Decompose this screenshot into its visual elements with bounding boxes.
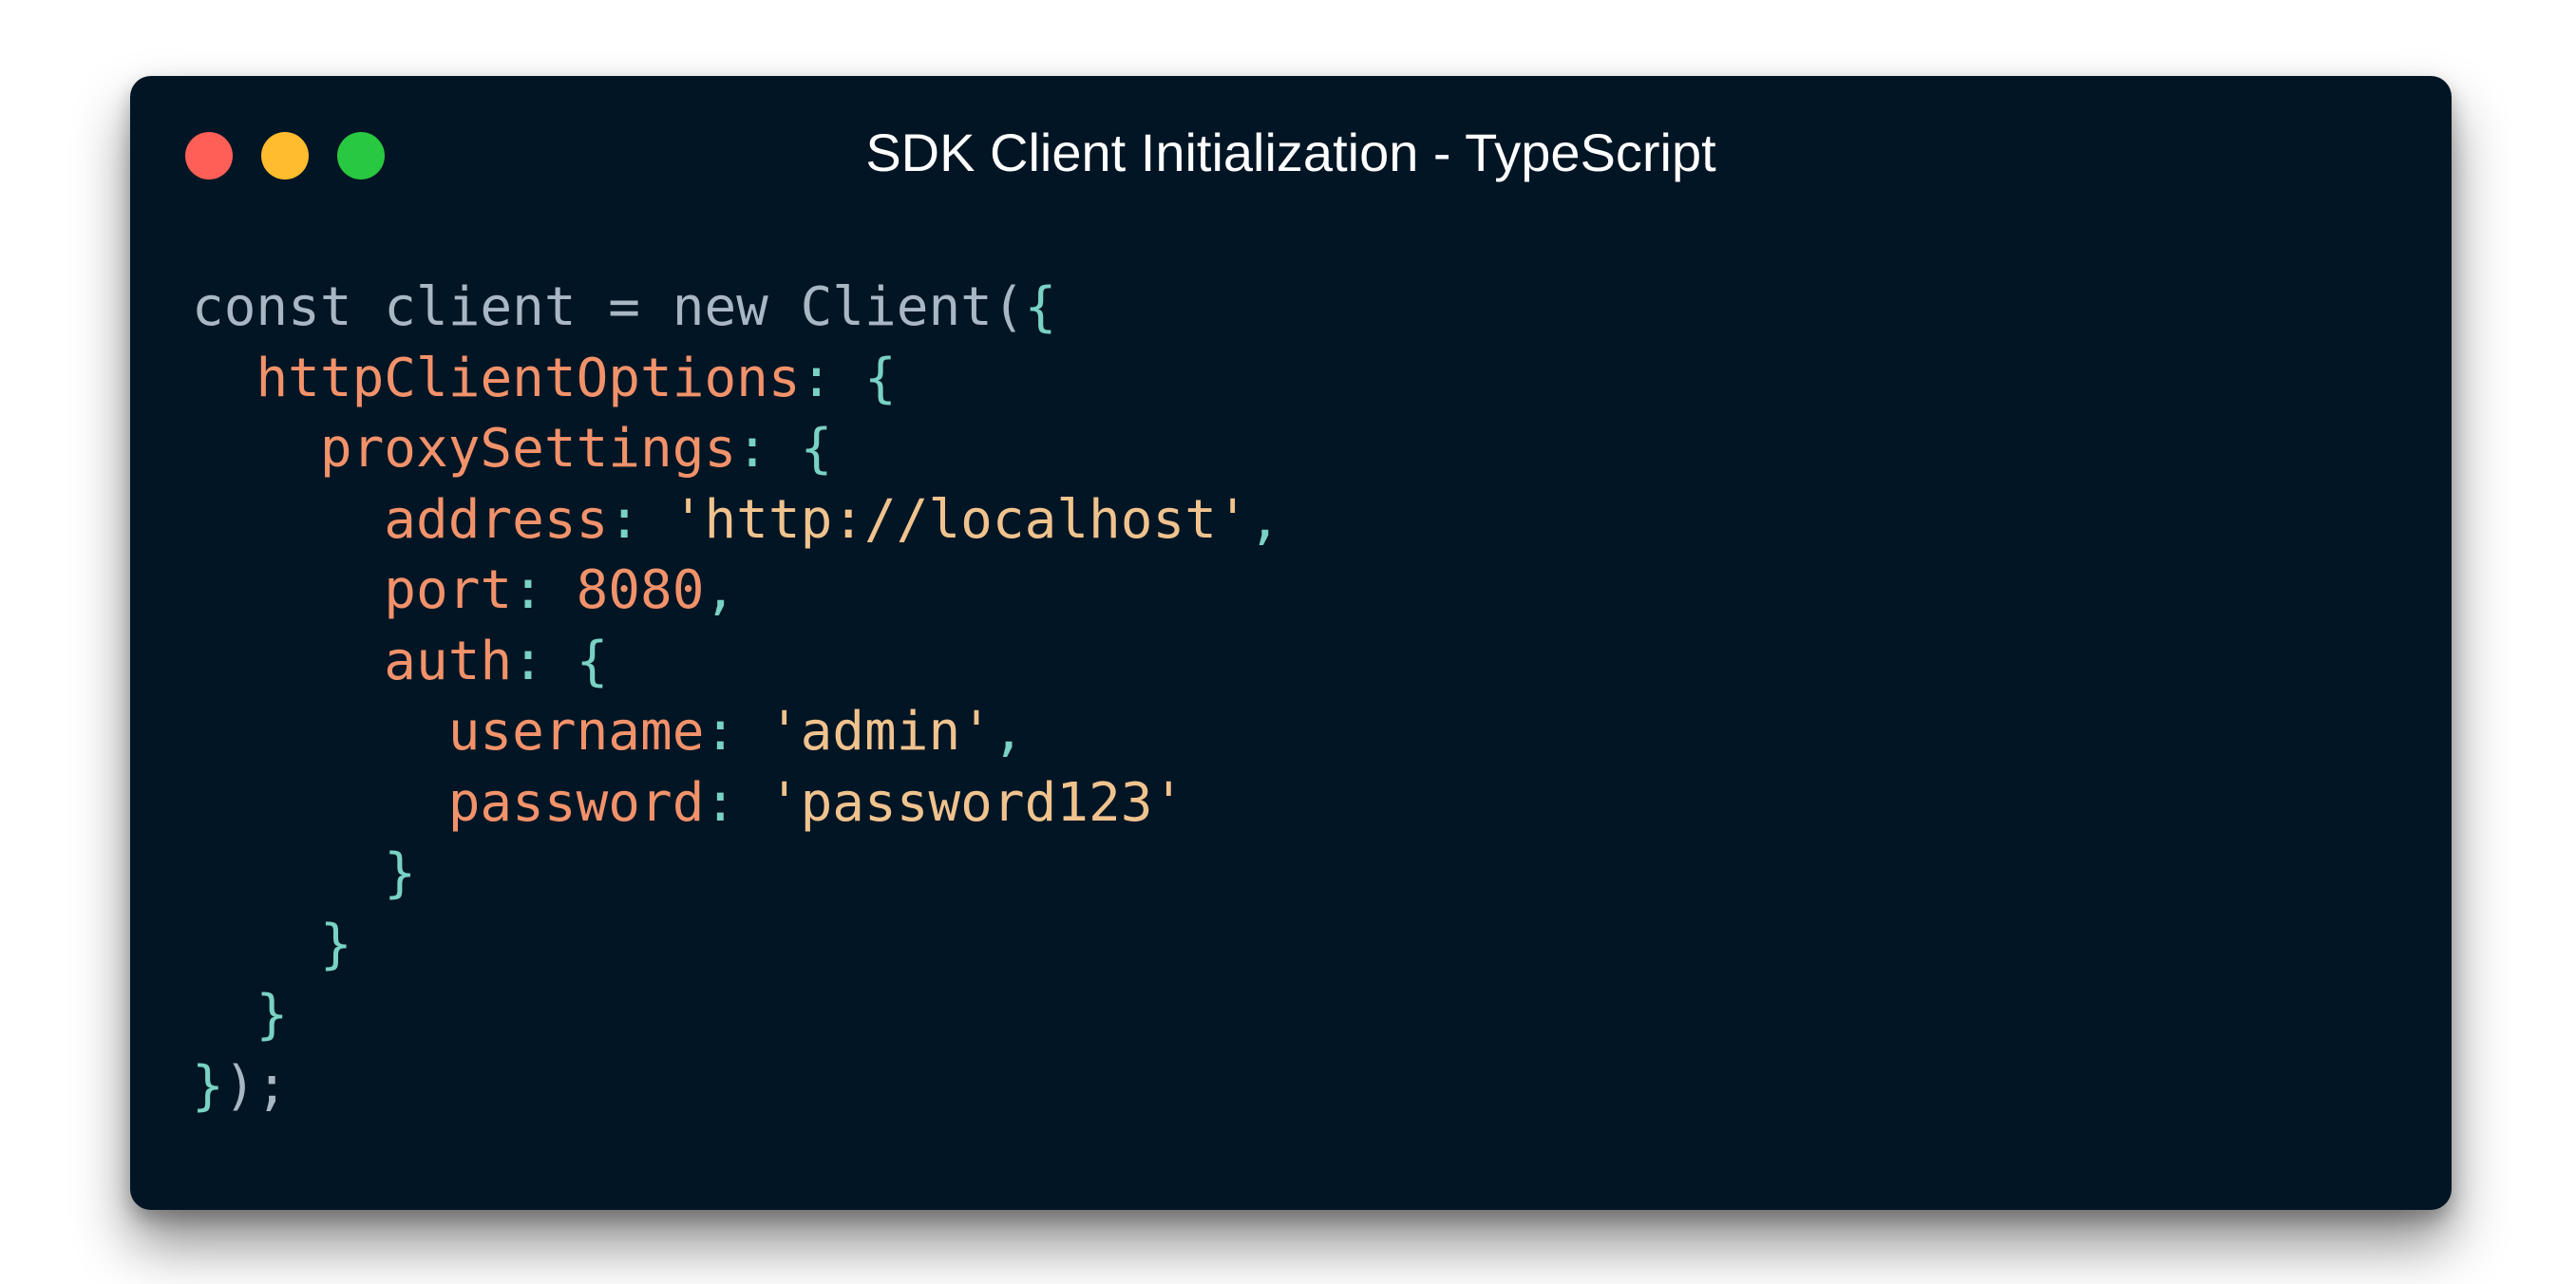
- code-line: }: [192, 910, 1280, 981]
- code-token-punct: ,: [704, 559, 737, 621]
- code-token-punct: :: [608, 488, 672, 551]
- code-token-key: httpClientOptions: [256, 347, 801, 409]
- code-token-punct: }: [384, 842, 417, 904]
- code-token-punct: :: [704, 771, 768, 834]
- code-token-punct: }: [256, 984, 289, 1046]
- code-line: address: 'http://localhost',: [192, 485, 1280, 557]
- code-line: password: 'password123': [192, 768, 1280, 840]
- code-token-punct: : {: [512, 630, 609, 692]
- code-token-punct: }: [192, 1054, 224, 1117]
- code-token-key: auth: [384, 630, 513, 692]
- code-token-punct: : {: [736, 418, 833, 480]
- code-line: httpClientOptions: {: [192, 344, 1280, 415]
- code-token-plain: );: [223, 1054, 289, 1117]
- code-token-plain: const client = new Client(: [192, 276, 1025, 338]
- code-line: }: [192, 839, 1280, 910]
- code-line: }: [192, 980, 1280, 1051]
- code-token-string: 'http://localhost': [672, 488, 1249, 551]
- code-token-key: username: [447, 701, 705, 763]
- code-line: proxySettings: {: [192, 414, 1280, 485]
- code-token-key: password: [447, 771, 705, 834]
- window-title: SDK Client Initialization - TypeScript: [865, 123, 1716, 182]
- code-token-punct: ,: [1248, 488, 1281, 551]
- code-token-key: address: [384, 488, 609, 551]
- code-line: auth: {: [192, 627, 1280, 698]
- code-token-string: 'password123': [767, 771, 1185, 834]
- code-token-number: 8080: [576, 559, 705, 621]
- code-block: const client = new Client({ httpClientOp…: [192, 273, 1280, 1122]
- code-token-key: proxySettings: [319, 418, 737, 480]
- code-line: });: [192, 1051, 1280, 1123]
- code-token-punct: :: [704, 701, 768, 763]
- code-token-punct: }: [319, 913, 352, 975]
- code-token-punct: ,: [992, 701, 1025, 763]
- code-line: port: 8080,: [192, 556, 1280, 627]
- code-line: const client = new Client({: [192, 273, 1280, 344]
- code-token-key: port: [384, 559, 513, 621]
- code-token-string: 'admin': [767, 701, 993, 763]
- code-token-punct: : {: [800, 347, 897, 409]
- code-line: username: 'admin',: [192, 697, 1280, 768]
- code-token-punct: {: [1024, 276, 1057, 338]
- code-token-punct: :: [512, 559, 577, 621]
